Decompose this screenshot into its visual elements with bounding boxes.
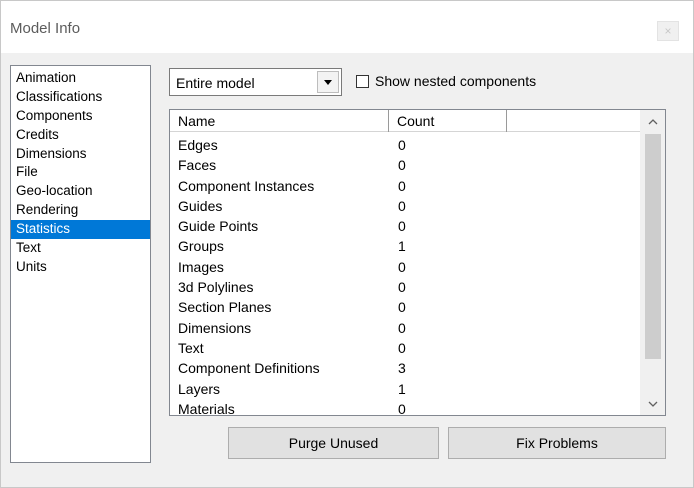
cell-name: Groups (178, 238, 224, 255)
cell-name: Guide Points (178, 218, 259, 235)
table-row[interactable]: Faces 0 (170, 155, 640, 175)
table-row[interactable]: Materials 0 (170, 399, 640, 416)
sidebar-item-dimensions[interactable]: Dimensions (11, 145, 150, 164)
sidebar-item-components[interactable]: Components (11, 107, 150, 126)
cell-count: 0 (398, 218, 406, 235)
table-row[interactable]: Groups 1 (170, 236, 640, 256)
window-title: Model Info (10, 20, 81, 37)
cell-name: Guides (178, 197, 223, 214)
cell-count: 0 (398, 339, 406, 356)
scope-dropdown[interactable]: Entire model (169, 68, 342, 96)
scroll-up-button[interactable] (640, 110, 665, 132)
sidebar-item-credits[interactable]: Credits (11, 126, 150, 145)
column-header-count[interactable]: Count (389, 110, 507, 132)
table-row[interactable]: Guide Points 0 (170, 216, 640, 236)
chevron-up-icon (648, 118, 657, 124)
table-body: Edges 0 Faces 0 Component Instances 0 Guides 0 G… (170, 135, 640, 416)
cell-count: 3 (398, 360, 406, 377)
cell-count: 0 (398, 299, 406, 316)
sidebar-item-rendering[interactable]: Rendering (11, 201, 150, 220)
cell-count: 1 (398, 380, 406, 397)
cell-name: 3d Polylines (178, 279, 254, 296)
cell-name: Layers (178, 380, 221, 397)
sidebar-item-units[interactable]: Units (11, 258, 150, 277)
scroll-down-button[interactable] (640, 393, 665, 415)
dropdown-arrow-icon (324, 79, 332, 85)
fix-problems-button[interactable]: Fix Problems (448, 427, 666, 459)
cell-name: Images (178, 258, 224, 275)
cell-name: Dimensions (178, 319, 252, 336)
cell-count: 1 (398, 238, 406, 255)
show-nested-checkbox[interactable] (356, 75, 369, 88)
scope-dropdown-value: Entire model (176, 75, 255, 91)
table-row[interactable]: Component Instances 0 (170, 176, 640, 196)
cell-name: Section Planes (178, 299, 272, 316)
table-row[interactable]: Layers 1 (170, 379, 640, 399)
column-header-name[interactable]: Name (170, 110, 389, 132)
cell-name: Component Definitions (178, 360, 320, 377)
column-header-empty[interactable] (507, 110, 640, 132)
sidebar-item-text[interactable]: Text (11, 239, 150, 258)
table-row[interactable]: Guides 0 (170, 196, 640, 216)
chevron-down-icon (648, 401, 657, 407)
show-nested-label[interactable]: Show nested components (375, 73, 536, 89)
title-bar[interactable]: Model Info × (1, 1, 693, 53)
category-list[interactable]: Animation Classifications Components Credit… (10, 65, 151, 463)
cell-name: Component Instances (178, 177, 315, 194)
cell-name: Edges (178, 137, 218, 153)
model-info-window: Model Info × Animation Classifications Com… (0, 0, 694, 488)
cell-name: Text (178, 339, 204, 356)
close-icon: × (664, 24, 672, 38)
table-row[interactable]: Images 0 (170, 257, 640, 277)
purge-unused-button[interactable]: Purge Unused (228, 427, 439, 459)
cell-count: 0 (398, 319, 406, 336)
cell-count: 0 (398, 137, 406, 153)
cell-count: 0 (398, 197, 406, 214)
sidebar-item-statistics[interactable]: Statistics (11, 220, 150, 240)
cell-count: 0 (398, 400, 406, 416)
cell-count: 0 (398, 258, 406, 275)
scrollbar-thumb[interactable] (645, 134, 661, 359)
table-row[interactable]: Text 0 (170, 338, 640, 358)
table-row[interactable]: Edges 0 (170, 135, 640, 155)
close-button[interactable]: × (657, 21, 679, 41)
cell-name: Faces (178, 157, 217, 174)
cell-name: Materials (178, 400, 235, 416)
statistics-table: Name Count Edges 0 Faces 0 Component Instanc… (169, 109, 666, 416)
sidebar-item-file[interactable]: File (11, 163, 150, 182)
table-header: Name Count (170, 110, 640, 132)
table-row[interactable]: Section Planes 0 (170, 297, 640, 317)
dropdown-arrow-button[interactable] (317, 71, 339, 93)
cell-count: 0 (398, 157, 406, 174)
cell-count: 0 (398, 279, 406, 296)
vertical-scrollbar[interactable] (640, 110, 665, 415)
sidebar-item-animation[interactable]: Animation (11, 69, 150, 88)
table-row[interactable]: Dimensions 0 (170, 318, 640, 338)
table-row[interactable]: Component Definitions 3 (170, 358, 640, 378)
sidebar-item-classifications[interactable]: Classifications (11, 88, 150, 107)
table-row[interactable]: 3d Polylines 0 (170, 277, 640, 297)
sidebar-item-geo-location[interactable]: Geo-location (11, 182, 150, 201)
cell-count: 0 (398, 177, 406, 194)
